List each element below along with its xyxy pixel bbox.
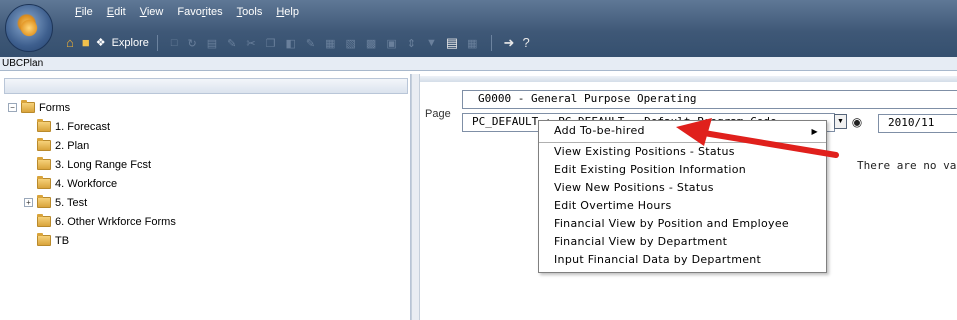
folder-icon bbox=[37, 157, 51, 170]
open-folder-icon[interactable]: ■ bbox=[82, 32, 90, 54]
menu-item-view-existing-positions[interactable]: View Existing Positions - Status bbox=[539, 143, 826, 161]
save-icon: □ bbox=[170, 37, 178, 49]
tree-node-label: TB bbox=[55, 234, 70, 247]
menu-item-view-new-positions[interactable]: View New Positions - Status bbox=[539, 179, 826, 197]
binoculars-icon[interactable]: ◉ bbox=[850, 115, 864, 129]
folder-icon bbox=[37, 195, 51, 208]
exit-icon[interactable]: ➜ bbox=[504, 32, 515, 54]
collapse-toggle[interactable]: − bbox=[8, 103, 17, 112]
navigation-pane: − Forms 1. Forecast 2. Plan 3. Long Rang… bbox=[0, 74, 411, 320]
toolbar-separator bbox=[156, 35, 158, 51]
pane-splitter[interactable] bbox=[411, 74, 420, 320]
menu-favorites[interactable]: Favorites bbox=[170, 6, 229, 18]
menu-tools[interactable]: Tools bbox=[230, 6, 270, 18]
menu-item-label: Add To-be-hired bbox=[554, 124, 645, 137]
explore-button[interactable]: Explore bbox=[112, 37, 149, 49]
app-logo[interactable] bbox=[5, 4, 53, 52]
menu-file[interactable]: File bbox=[68, 6, 100, 18]
edit-icon: ✎ bbox=[227, 37, 237, 50]
cut-icon: ✂ bbox=[246, 37, 256, 50]
calc-icon: ▧ bbox=[345, 37, 356, 50]
tree-node-long-range-fcst[interactable]: 3. Long Range Fcst bbox=[8, 155, 176, 174]
menu-bar: File Edit View Favorites Tools Help bbox=[68, 6, 306, 18]
entity-field[interactable]: G0000 - General Purpose Operating bbox=[462, 90, 957, 109]
tree-node-label: Forms bbox=[39, 101, 71, 114]
tree-node-label: 6. Other Wrkforce Forms bbox=[55, 215, 176, 228]
refresh-icon: ↻ bbox=[187, 37, 197, 50]
window-title: UBCPlan bbox=[0, 57, 957, 71]
year-field[interactable]: 2010/11 bbox=[878, 114, 957, 133]
folder-icon bbox=[21, 100, 35, 113]
menu-item-edit-existing-position[interactable]: Edit Existing Position Information bbox=[539, 161, 826, 179]
tree-node-label: 5. Test bbox=[55, 196, 88, 209]
tree-node-workforce[interactable]: 4. Workforce bbox=[8, 174, 176, 193]
tree-node-plan[interactable]: 2. Plan bbox=[8, 136, 176, 155]
report-icon: ▦ bbox=[467, 37, 478, 50]
format-icon: ✎ bbox=[305, 37, 316, 50]
explore-icon[interactable]: ❖ bbox=[96, 32, 106, 54]
folder-icon bbox=[37, 233, 51, 246]
lock-icon: ▣ bbox=[386, 37, 397, 50]
menu-view[interactable]: View bbox=[133, 6, 171, 18]
menu-item-financial-view-department[interactable]: Financial View by Department bbox=[539, 233, 826, 251]
folder-icon bbox=[37, 119, 51, 132]
menu-item-financial-view-position-employee[interactable]: Financial View by Position and Employee bbox=[539, 215, 826, 233]
tree-node-label: 3. Long Range Fcst bbox=[55, 158, 152, 171]
app-header: File Edit View Favorites Tools Help ⌂ ■ … bbox=[0, 0, 957, 57]
submenu-arrow-icon: ▶ bbox=[811, 127, 818, 136]
filter-icon: ▼ bbox=[425, 37, 437, 49]
paste-icon: ◧ bbox=[285, 37, 296, 50]
tree-node-label: 2. Plan bbox=[55, 139, 90, 152]
menu-help[interactable]: Help bbox=[269, 6, 306, 18]
grid-icon: ▦ bbox=[325, 37, 336, 50]
navigation-pane-header bbox=[4, 78, 408, 94]
folder-icon bbox=[37, 176, 51, 189]
toolbar-separator bbox=[490, 35, 492, 51]
tree-node-forms[interactable]: − Forms bbox=[8, 98, 176, 117]
toolbar: ⌂ ■ ❖ Explore □ ↻ ▤ ✎ ✂ ❐ ◧ ✎ ▦ ▧ ▩ ▣ ⇕ … bbox=[62, 32, 957, 54]
sort-icon: ⇕ bbox=[406, 37, 416, 50]
document-icon[interactable]: ▤ bbox=[446, 32, 458, 54]
menu-item-add-to-be-hired[interactable]: Add To-be-hired ▶ bbox=[539, 121, 826, 143]
menu-edit[interactable]: Edit bbox=[100, 6, 133, 18]
menu-item-edit-overtime-hours[interactable]: Edit Overtime Hours bbox=[539, 197, 826, 215]
dropdown-arrow-button[interactable]: ▼ bbox=[834, 114, 847, 129]
tree-node-label: 4. Workforce bbox=[55, 177, 118, 190]
menu-item-input-financial-data[interactable]: Input Financial Data by Department bbox=[539, 251, 826, 269]
folder-icon bbox=[37, 138, 51, 151]
home-icon[interactable]: ⌂ bbox=[66, 32, 74, 54]
tree-node-other-wrkforce-forms[interactable]: 6. Other Wrkforce Forms bbox=[8, 212, 176, 231]
context-menu: Add To-be-hired ▶ View Existing Position… bbox=[538, 120, 827, 273]
folder-icon bbox=[37, 214, 51, 227]
page-label: Page bbox=[425, 108, 451, 120]
expand-toggle[interactable]: + bbox=[24, 198, 33, 207]
tree-node-label: 1. Forecast bbox=[55, 120, 111, 133]
tree-node-forecast[interactable]: 1. Forecast bbox=[8, 117, 176, 136]
spread-icon: ▩ bbox=[365, 37, 377, 50]
tree-node-test[interactable]: + 5. Test bbox=[8, 193, 176, 212]
empty-message: There are no values bbox=[857, 159, 957, 172]
tree-node-tb[interactable]: TB bbox=[8, 231, 176, 250]
copy-icon: ❐ bbox=[265, 37, 276, 50]
forms-tree: − Forms 1. Forecast 2. Plan 3. Long Rang… bbox=[8, 98, 176, 250]
help-icon[interactable]: ? bbox=[522, 32, 529, 54]
print-icon: ▤ bbox=[206, 37, 218, 50]
form-pane-header bbox=[420, 76, 957, 82]
